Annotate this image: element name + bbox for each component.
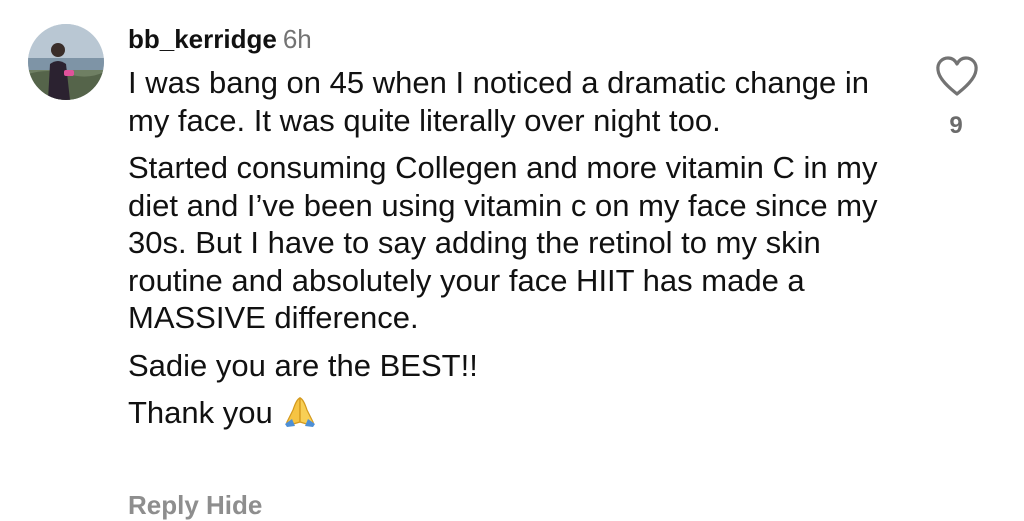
comment-paragraph-last: Thank you: [128, 394, 918, 436]
reply-link[interactable]: Reply Hide: [128, 490, 262, 521]
comment-paragraph: Thank you: [128, 395, 273, 430]
comment-paragraph: Started consuming Collegen and more vita…: [128, 150, 878, 335]
comment-text: I was bang on 45 when I noticed a dramat…: [128, 64, 918, 446]
timestamp: 6h: [282, 24, 312, 54]
avatar[interactable]: [28, 24, 104, 100]
comment-header: bb_kerridge 6h: [128, 22, 312, 56]
folded-hands-icon: [283, 395, 317, 436]
comment-paragraph: I was bang on 45 when I noticed a dramat…: [128, 65, 870, 138]
avatar-photo: [28, 24, 104, 100]
username[interactable]: bb_kerridge: [128, 24, 277, 54]
heart-outline-icon[interactable]: [934, 54, 980, 98]
comment-paragraph: Sadie you are the BEST!!: [128, 347, 478, 383]
like-count: 9: [949, 112, 963, 139]
